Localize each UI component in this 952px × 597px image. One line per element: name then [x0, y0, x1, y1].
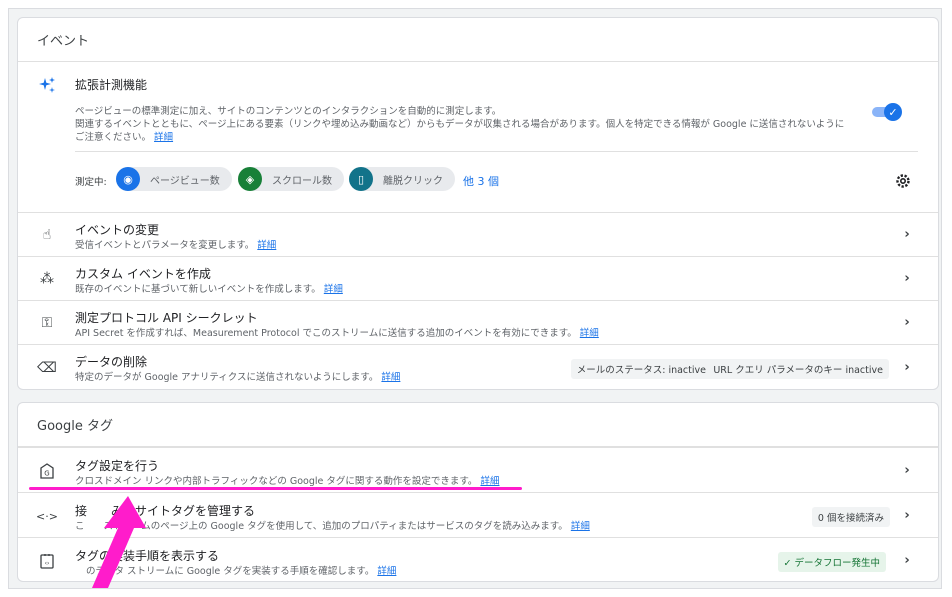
email-status-badge: メールのステータス: inactive [570, 359, 712, 379]
row-title: 測定プロトコル API シークレット [75, 311, 258, 325]
code-box-icon: ‹› [38, 552, 56, 570]
enhanced-desc-line1: ページビューの標準測定に加え、サイトのコンテンツとのインタラクションを自動的に測… [75, 106, 502, 117]
chevron-right-icon: › [904, 314, 910, 330]
row-desc-text: クロスドメイン リンクや内部トラフィックなどの Google タグに関する動作を… [75, 476, 478, 487]
row-desc-text: 特定のデータが Google アナリティクスに送信されないようにします。 [75, 372, 379, 383]
chevron-right-icon: › [904, 462, 910, 478]
row-desc-text: 既存のイベントに基づいて新しいイベントを作成します。 [75, 284, 321, 295]
data-flow-status-badge: ✓ データフロー発生中 [777, 552, 886, 572]
row-detail-link[interactable]: 詳細 [480, 476, 499, 487]
row-desc: こ ストリームのページ上の Google タグを使用して、追加のプロパティまたは… [75, 518, 590, 532]
row-desc: クロスドメイン リンクや内部トラフィックなどの Google タグに関する動作を… [75, 473, 499, 487]
click-icon: ⁂ [40, 271, 54, 287]
chevron-right-icon: › [904, 270, 910, 286]
scroll-icon: ◈ [238, 167, 262, 191]
enhanced-detail-link[interactable]: 詳細 [154, 132, 173, 143]
check-icon: ✓ [884, 103, 902, 121]
chip-scroll-label: スクロール数 [272, 175, 332, 187]
row-detail-link[interactable]: 詳細 [324, 284, 343, 295]
row-desc: 既存のイベントに基づいて新しいイベントを作成します。 詳細 [75, 281, 343, 295]
row-desc-text: API Secret を作成すれば、Measurement Protocol で… [75, 328, 577, 339]
enhanced-desc-line3: ご注意ください。 詳細 [75, 129, 173, 143]
chip-pageviews[interactable]: ◉ ページビュー数 [116, 167, 232, 191]
eye-icon: ◉ [116, 167, 140, 191]
tag-icon: G [38, 462, 56, 480]
google-tag-header: Google タグ [18, 403, 938, 447]
connected-count-badge: 0 個を接続済み [811, 507, 890, 527]
events-header: イベント [18, 18, 938, 62]
chip-scroll[interactable]: ◈ スクロール数 [238, 167, 344, 191]
chevron-right-icon: › [904, 226, 910, 242]
chevron-right-icon: › [904, 552, 910, 568]
divider [75, 151, 918, 152]
measuring-label: 測定中: [75, 177, 107, 188]
google-tag-card: Google タグ G タグ設定を行う クロスドメイン リンクや内部トラフィック… [17, 402, 939, 582]
svg-text:G: G [44, 470, 49, 478]
sparkle-icon [38, 76, 56, 94]
chevron-right-icon: › [904, 507, 910, 523]
chip-outbound-label: 離脱クリック [383, 175, 443, 187]
key-icon: ⚿ [41, 315, 53, 331]
row-desc-text: 受信イベントとパラメータを変更します。 [75, 240, 255, 251]
row-title: タグ設定を行う [75, 459, 160, 473]
mouse-icon: ▯ [349, 167, 373, 191]
row-detail-link[interactable]: 詳細 [377, 566, 396, 577]
gear-icon[interactable] [894, 172, 912, 190]
row-desc: 受信イベントとパラメータを変更します。 詳細 [75, 237, 276, 251]
row-manage-connected-tags[interactable]: <·> 接 みのサイトタグを管理する こ ストリームのページ上の Google … [18, 492, 938, 537]
enhanced-measurement-title: 拡張計測機能 [75, 78, 148, 92]
row-data-deletion[interactable]: ⌫ データの削除 特定のデータが Google アナリティクスに送信されないよう… [18, 344, 938, 390]
code-icon: <·> [36, 509, 58, 523]
events-card: イベント 拡張計測機能 ページビューの標準測定に加え、サイトのコンテンツとのイン… [17, 17, 939, 390]
row-title: カスタム イベントを作成 [75, 267, 211, 281]
row-configure-tag[interactable]: G タグ設定を行う クロスドメイン リンクや内部トラフィックなどの Google… [18, 447, 938, 492]
row-desc: API Secret を作成すれば、Measurement Protocol で… [75, 325, 599, 339]
row-title: データの削除 [75, 355, 148, 369]
row-detail-link[interactable]: 詳細 [257, 240, 276, 251]
enhanced-desc-line2: 関連するイベントとともに、ページ上にある要素（リンクや埋め込み動画など）からもデ… [75, 119, 845, 130]
row-api-secret[interactable]: ⚿ 測定プロトコル API シークレット API Secret を作成すれば、M… [18, 300, 938, 344]
touch-icon: ☝ [42, 227, 52, 243]
chevron-right-icon: › [904, 359, 910, 375]
url-query-status-badge: URL クエリ パラメータのキー inactive [707, 359, 889, 379]
annotation-arrow-icon [92, 496, 146, 588]
row-detail-link[interactable]: 詳細 [381, 372, 400, 383]
more-chips-link[interactable]: 他 3 個 [463, 173, 499, 189]
row-create-custom-event[interactable]: ⁂ カスタム イベントを作成 既存のイベントに基づいて新しいイベントを作成します… [18, 256, 938, 300]
row-detail-link[interactable]: 詳細 [580, 328, 599, 339]
row-desc: 特定のデータが Google アナリティクスに送信されないようにします。 詳細 [75, 369, 400, 383]
eraser-icon: ⌫ [37, 360, 57, 376]
row-view-tag-instructions[interactable]: ‹› タグの実装手順を表示する のデータ ストリームに Google タグを実装… [18, 537, 938, 582]
enhanced-measurement-toggle[interactable]: ✓ [872, 103, 902, 121]
chip-pageviews-label: ページビュー数 [150, 175, 220, 187]
enhanced-desc-line3-text: ご注意ください。 [75, 132, 152, 143]
row-detail-link[interactable]: 詳細 [571, 521, 590, 532]
row-title: イベントの変更 [75, 223, 160, 237]
row-modify-events[interactable]: ☝ イベントの変更 受信イベントとパラメータを変更します。 詳細 › [18, 212, 938, 256]
chip-outbound-click[interactable]: ▯ 離脱クリック [349, 167, 455, 191]
svg-text:‹›: ‹› [45, 560, 50, 567]
